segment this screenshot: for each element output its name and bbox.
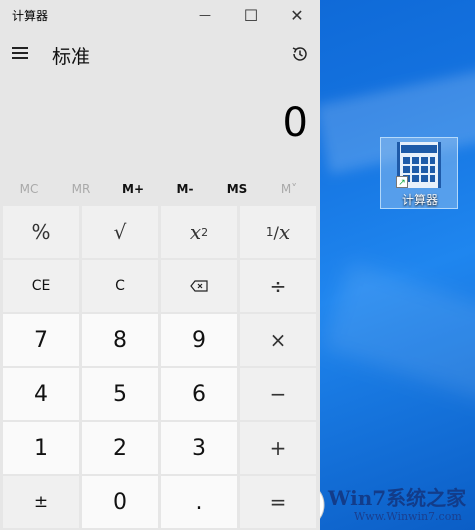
multiply-button[interactable]: × [240,314,316,366]
memory-clear-button[interactable]: MC [3,176,55,202]
desktop-icon-calculator[interactable]: ↗ 计算器 [380,137,458,209]
hamburger-menu-button[interactable] [10,44,32,64]
calculator-window: 计算器 — ☐ ✕ 标准 0 MC MR M+ M- MS M˅ % √ x2 … [0,0,320,530]
digit-9-button[interactable]: 9 [161,314,237,366]
digit-4-button[interactable]: 4 [3,368,79,420]
digit-5-button[interactable]: 5 [82,368,158,420]
sqrt-button[interactable]: √ [82,206,158,258]
negate-button[interactable]: ± [3,476,79,528]
desktop-icon-label: 计算器 [401,193,438,207]
memory-recall-button[interactable]: MR [55,176,107,202]
title-bar[interactable]: 计算器 — ☐ ✕ [0,0,320,30]
light-beam [322,262,475,428]
digit-0-button[interactable]: 0 [82,476,158,528]
equals-button[interactable]: = [240,476,316,528]
maximize-button[interactable]: ☐ [228,0,274,30]
result-display: 0 [282,100,308,146]
percent-button[interactable]: % [3,206,79,258]
minimize-icon: — [199,8,211,22]
memory-list-button[interactable]: M˅ [263,176,315,202]
divide-button[interactable]: ÷ [240,260,316,312]
memory-add-button[interactable]: M+ [107,176,159,202]
digit-3-button[interactable]: 3 [161,422,237,474]
watermark-text: Win7系统之家 [328,486,467,510]
reciprocal-numerator: 1 [265,225,274,239]
watermark-url: Www.Winwin7.com [354,510,462,523]
digit-2-button[interactable]: 2 [82,422,158,474]
minus-button[interactable]: − [240,368,316,420]
backspace-icon [190,280,208,292]
square-base: x [189,220,202,244]
history-icon[interactable] [290,44,310,64]
backspace-button[interactable] [161,260,237,312]
calculator-header: 标准 [0,30,320,80]
decimal-button[interactable]: . [161,476,237,528]
close-icon: ✕ [290,5,304,25]
close-button[interactable]: ✕ [274,0,320,30]
memory-row: MC MR M+ M- MS M˅ [0,176,320,202]
maximize-icon: ☐ [243,5,259,25]
digit-7-button[interactable]: 7 [3,314,79,366]
clear-button[interactable]: C [82,260,158,312]
window-title: 计算器 [12,9,49,23]
memory-subtract-button[interactable]: M- [159,176,211,202]
digit-1-button[interactable]: 1 [3,422,79,474]
square-exponent: 2 [201,225,209,239]
digit-8-button[interactable]: 8 [82,314,158,366]
reciprocal-denominator: x [278,220,291,244]
reciprocal-button[interactable]: 1/x [240,206,316,258]
square-button[interactable]: x2 [161,206,237,258]
mode-title: 标准 [52,46,91,68]
shortcut-arrow-icon: ↗ [396,176,408,188]
digit-6-button[interactable]: 6 [161,368,237,420]
minimize-button[interactable]: — [182,0,228,30]
clear-entry-button[interactable]: CE [3,260,79,312]
memory-store-button[interactable]: MS [211,176,263,202]
plus-button[interactable]: + [240,422,316,474]
